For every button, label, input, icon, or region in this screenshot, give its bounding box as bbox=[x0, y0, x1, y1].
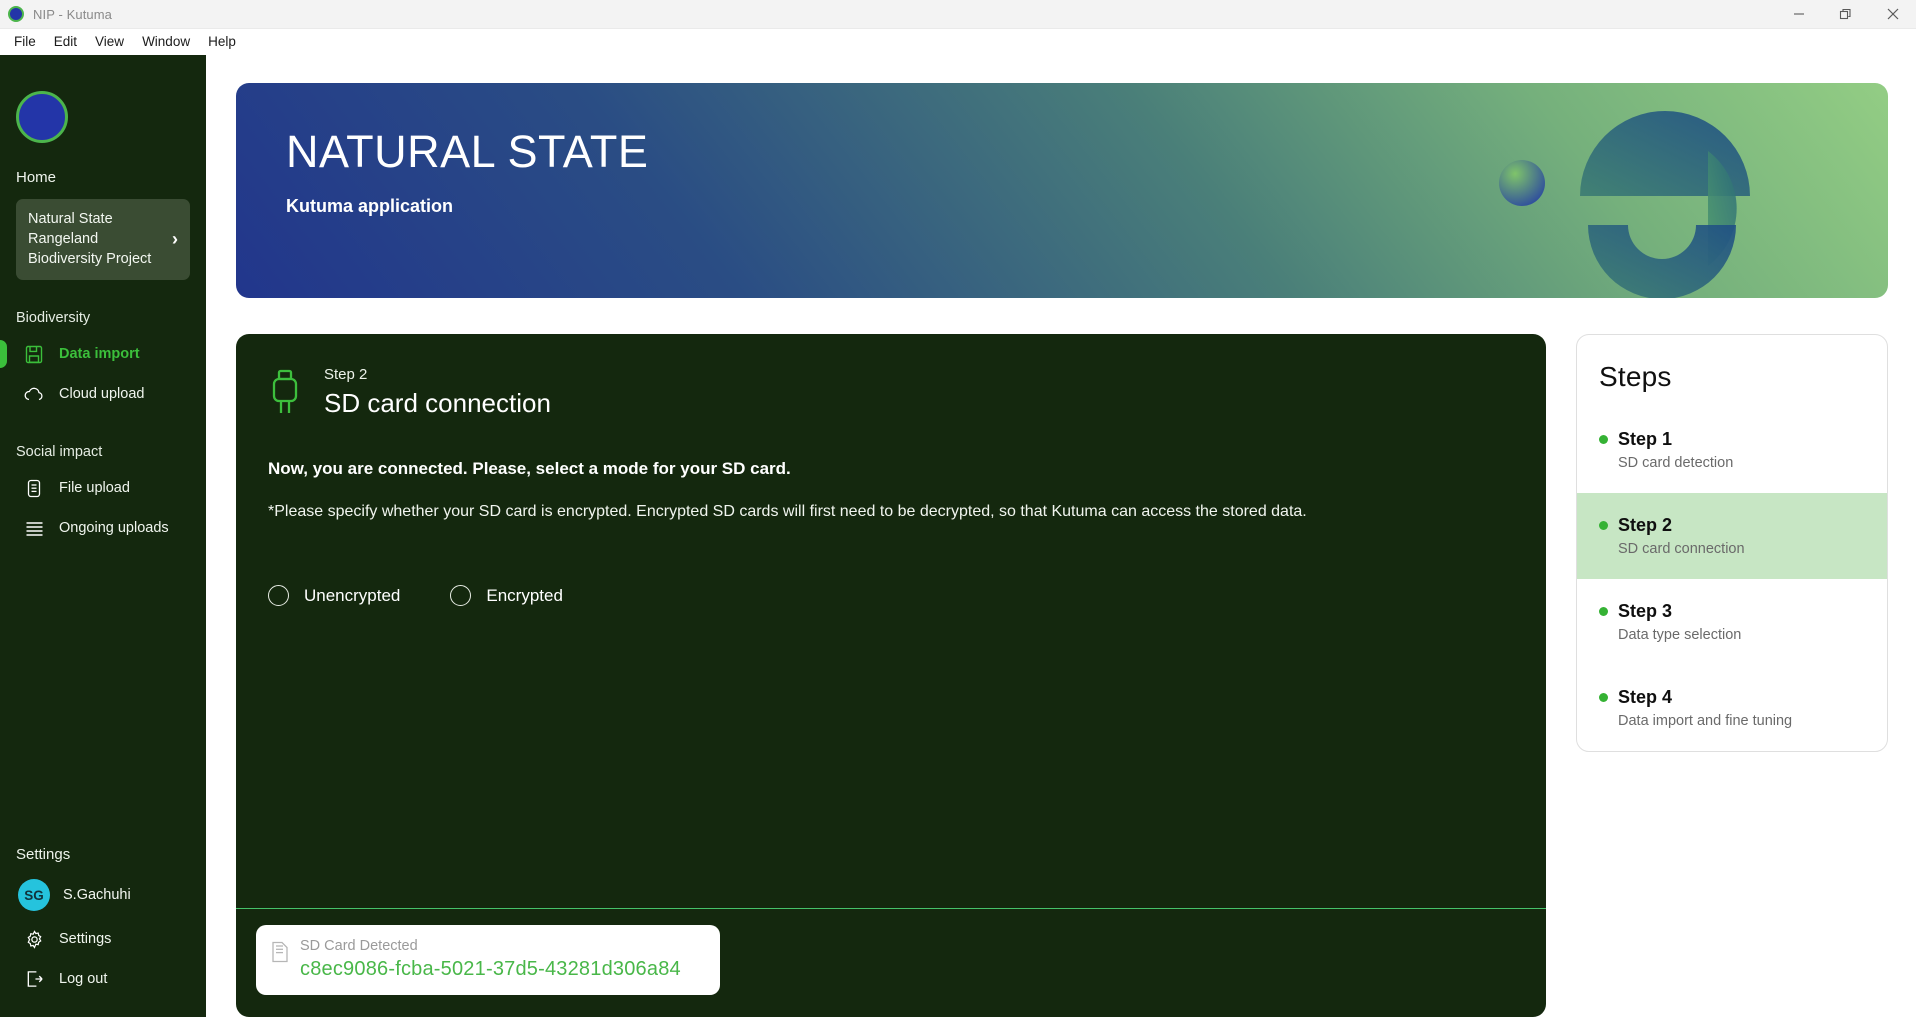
steps-item-2[interactable]: Step 2 SD card connection bbox=[1577, 493, 1887, 579]
radio-circle-icon bbox=[450, 585, 472, 607]
step-card-body: Step 2 SD card connection Now, you are c… bbox=[236, 334, 1546, 908]
sd-card-icon bbox=[272, 941, 288, 963]
sidebar-section-social-impact: Social impact bbox=[16, 444, 103, 460]
step-card-header: Step 2 SD card connection bbox=[268, 366, 1514, 419]
sidebar-user-row[interactable]: SG S.Gachuhi bbox=[0, 871, 206, 919]
list-icon bbox=[24, 518, 44, 538]
steps-item-title: Step 4 bbox=[1618, 687, 1673, 707]
steps-item-title: Step 2 bbox=[1618, 515, 1673, 535]
menu-item-edit[interactable]: Edit bbox=[45, 31, 86, 52]
step-bullet-icon bbox=[1599, 435, 1608, 444]
app-body: Home Natural State Rangeland Biodiversit… bbox=[0, 55, 1916, 1017]
user-name: S.Gachuhi bbox=[63, 887, 131, 903]
step-card-footer: SD Card Detected c8ec9086-fcba-5021-37d5… bbox=[236, 909, 1546, 1017]
sd-card-detected-chip: SD Card Detected c8ec9086-fcba-5021-37d5… bbox=[256, 925, 720, 995]
data-import-icon bbox=[24, 344, 44, 364]
radio-label: Encrypted bbox=[486, 585, 563, 605]
chevron-right-icon: › bbox=[172, 229, 178, 249]
file-upload-icon bbox=[24, 478, 44, 498]
steps-panel-title: Steps bbox=[1599, 361, 1672, 392]
menu-item-help[interactable]: Help bbox=[199, 31, 245, 52]
hero-text-block: NATURAL STATE Kutuma application bbox=[286, 129, 648, 217]
steps-item-4[interactable]: Step 4 Data import and fine tuning bbox=[1577, 665, 1887, 751]
hero-banner: NATURAL STATE Kutuma application bbox=[236, 83, 1888, 298]
step-bullet-icon bbox=[1599, 607, 1608, 616]
application-window: NIP - Kutuma File Edit View Window Help … bbox=[0, 0, 1916, 1017]
steps-item-desc: Data type selection bbox=[1618, 627, 1742, 643]
steps-item-desc: Data import and fine tuning bbox=[1618, 713, 1793, 729]
menu-item-window[interactable]: Window bbox=[133, 31, 199, 52]
step-lead-text: Now, you are connected. Please, select a… bbox=[268, 459, 791, 478]
steps-item-title-row: Step 1 bbox=[1599, 429, 1865, 450]
logout-icon bbox=[24, 969, 44, 989]
step-card-labels: Step 2 SD card connection bbox=[324, 366, 551, 419]
sd-card-chip-text: SD Card Detected c8ec9086-fcba-5021-37d5… bbox=[300, 938, 681, 981]
sd-card-uuid: c8ec9086-fcba-5021-37d5-43281d306a84 bbox=[300, 958, 681, 980]
steps-item-desc: SD card connection bbox=[1618, 541, 1745, 557]
menu-item-view[interactable]: View bbox=[86, 31, 133, 52]
title-bar: NIP - Kutuma bbox=[0, 0, 1916, 29]
steps-item-1[interactable]: Step 1 SD card detection bbox=[1577, 393, 1887, 493]
sd-card-detected-label: SD Card Detected bbox=[300, 938, 418, 954]
content-row: Step 2 SD card connection Now, you are c… bbox=[236, 298, 1888, 1017]
sidebar-item-logout[interactable]: Log out bbox=[0, 959, 206, 999]
sidebar-item-settings[interactable]: Settings bbox=[0, 919, 206, 959]
sidebar-item-label: Log out bbox=[59, 971, 108, 987]
app-logo-icon bbox=[8, 6, 24, 22]
avatar: SG bbox=[18, 879, 50, 911]
radio-circle-icon bbox=[268, 585, 289, 607]
sidebar-item-label: Cloud upload bbox=[59, 386, 145, 402]
steps-item-title-row: Step 2 bbox=[1599, 515, 1865, 536]
menu-bar: File Edit View Window Help bbox=[0, 29, 1916, 55]
radio-option-unencrypted[interactable]: Unencrypted bbox=[268, 585, 401, 607]
sidebar-item-ongoing-uploads[interactable]: Ongoing uploads bbox=[0, 508, 206, 548]
usb-plug-icon bbox=[272, 369, 298, 413]
sidebar-item-data-import[interactable]: Data import bbox=[0, 334, 206, 374]
sidebar-item-label: File upload bbox=[59, 480, 130, 496]
sidebar-section-biodiversity: Biodiversity bbox=[16, 310, 91, 326]
main-content: NATURAL STATE Kutuma application Step 2 … bbox=[206, 55, 1916, 1017]
sidebar-home-label: Home bbox=[16, 169, 57, 186]
maximize-button[interactable] bbox=[1822, 0, 1869, 29]
close-button[interactable] bbox=[1869, 0, 1916, 29]
steps-panel: Steps Step 1 SD card detection Step 2 SD… bbox=[1576, 334, 1888, 752]
sidebar: Home Natural State Rangeland Biodiversit… bbox=[0, 55, 206, 1017]
step-card: Step 2 SD card connection Now, you are c… bbox=[236, 334, 1546, 1017]
steps-item-3[interactable]: Step 3 Data type selection bbox=[1577, 579, 1887, 665]
sidebar-item-file-upload[interactable]: File upload bbox=[0, 468, 206, 508]
step-bullet-icon bbox=[1599, 693, 1608, 702]
sidebar-project-selector[interactable]: Natural State Rangeland Biodiversity Pro… bbox=[16, 199, 190, 280]
gear-icon bbox=[24, 929, 44, 949]
hero-logo-graphic bbox=[1499, 111, 1750, 298]
step-note-text: *Please specify whether your SD card is … bbox=[268, 503, 1307, 520]
page-title: NATURAL STATE bbox=[286, 126, 649, 177]
brand-logo-icon bbox=[16, 91, 68, 143]
menu-item-file[interactable]: File bbox=[5, 31, 45, 52]
radio-option-encrypted[interactable]: Encrypted bbox=[450, 585, 563, 607]
radio-label: Unencrypted bbox=[304, 585, 401, 605]
sidebar-project-name: Natural State Rangeland Biodiversity Pro… bbox=[28, 211, 152, 267]
steps-item-title: Step 1 bbox=[1618, 429, 1673, 449]
step-eyebrow: Step 2 bbox=[324, 366, 368, 383]
step-bullet-icon bbox=[1599, 521, 1608, 530]
steps-item-title-row: Step 4 bbox=[1599, 687, 1865, 708]
step-heading: SD card connection bbox=[324, 388, 551, 418]
steps-item-title: Step 3 bbox=[1618, 601, 1673, 621]
cloud-upload-icon bbox=[24, 384, 44, 404]
window-title: NIP - Kutuma bbox=[33, 6, 112, 22]
steps-item-desc: SD card detection bbox=[1618, 455, 1734, 471]
sidebar-item-label: Settings bbox=[59, 931, 112, 947]
hero-subtitle: Kutuma application bbox=[286, 196, 454, 216]
sidebar-settings-label: Settings bbox=[16, 846, 71, 863]
steps-item-title-row: Step 3 bbox=[1599, 601, 1865, 622]
sidebar-item-label: Data import bbox=[59, 346, 140, 362]
minimize-button[interactable] bbox=[1775, 0, 1822, 29]
encryption-mode-radio-group: Unencrypted Encrypted bbox=[268, 585, 1514, 607]
sidebar-bottom-padding bbox=[0, 999, 206, 1017]
sidebar-item-cloud-upload[interactable]: Cloud upload bbox=[0, 374, 206, 414]
sidebar-item-label: Ongoing uploads bbox=[59, 520, 169, 536]
